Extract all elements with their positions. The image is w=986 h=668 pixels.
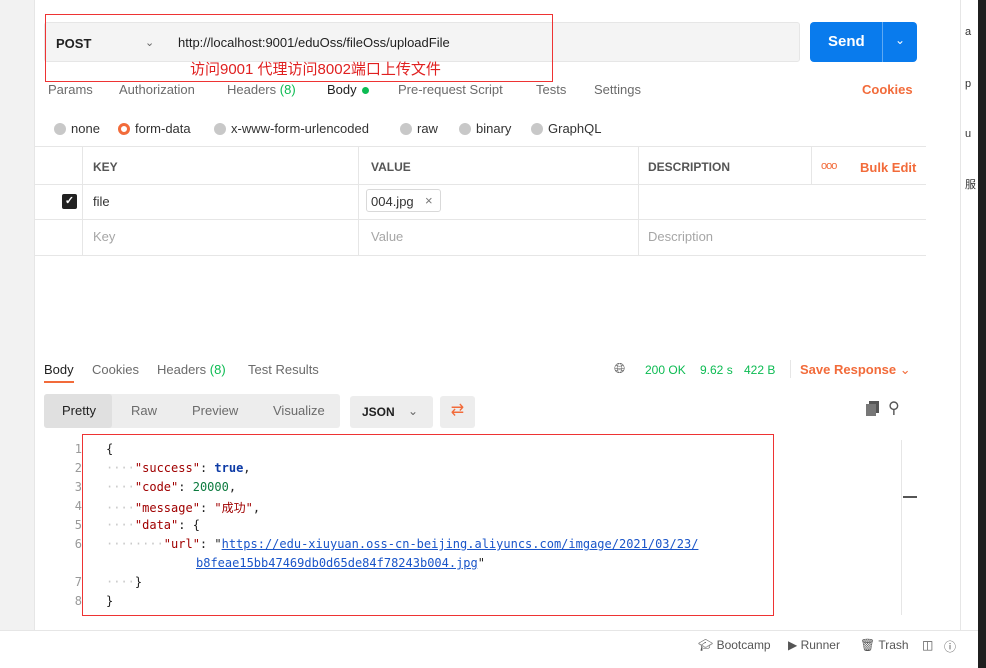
radio-raw[interactable]: raw — [400, 121, 438, 136]
send-label: Send — [828, 33, 865, 50]
chevron-down-icon[interactable]: ⌄ — [895, 33, 905, 47]
help-icon[interactable]: ⓘ — [944, 638, 956, 655]
column-header-key: KEY — [93, 160, 118, 174]
runner-icon: ▶ — [788, 638, 798, 652]
right-pane-glyph: 服 — [965, 179, 976, 191]
response-tab-cookies[interactable]: Cookies — [92, 362, 139, 377]
radio-form-data[interactable]: form-data — [118, 121, 191, 136]
file-chip[interactable]: 004.jpg × — [366, 189, 441, 212]
view-preview[interactable]: Preview — [192, 403, 238, 418]
radio-binary[interactable]: binary — [459, 121, 511, 136]
response-time: 9.62 s — [700, 363, 733, 377]
response-tab-headers[interactable]: Headers (8) — [157, 362, 226, 377]
tab-params[interactable]: Params — [48, 82, 93, 97]
radio-none[interactable]: none — [54, 121, 100, 136]
params-table — [35, 146, 926, 256]
right-pane-glyph: a — [965, 26, 972, 38]
save-response-button[interactable]: Save Response ⌄ — [800, 362, 911, 378]
line-number: 7 — [74, 575, 82, 589]
bulk-edit-link[interactable]: Bulk Edit — [860, 160, 916, 175]
runner-button[interactable]: ▶ Runner — [788, 638, 840, 652]
bootcamp-icon: 🎓︎ — [698, 638, 714, 652]
line-number: 8 — [74, 594, 82, 608]
line-number: 5 — [74, 518, 82, 532]
globe-icon[interactable]: 🌐︎ — [614, 360, 625, 377]
scrollbar[interactable] — [901, 440, 917, 615]
wrap-lines-icon[interactable]: ⇄ — [440, 396, 475, 428]
line-number: 2 — [74, 461, 82, 475]
line-number: 3 — [74, 480, 82, 494]
column-header-value: VALUE — [371, 160, 411, 174]
tab-headers[interactable]: Headers (8) — [227, 82, 296, 97]
highlight-box — [45, 14, 553, 82]
more-options-icon[interactable]: ooo — [821, 160, 837, 172]
bootcamp-button[interactable]: 🎓︎ Bootcamp — [698, 638, 771, 652]
trash-button[interactable]: 🗑︎ Trash — [860, 638, 909, 652]
tab-tests[interactable]: Tests — [536, 82, 566, 97]
right-side-pane: a p u 服 — [960, 0, 978, 630]
line-number: 4 — [74, 499, 82, 513]
status-code: 200 OK — [645, 363, 686, 377]
view-raw[interactable]: Raw — [131, 403, 157, 418]
view-pretty[interactable]: Pretty — [62, 403, 96, 418]
param-key-cell[interactable]: file — [93, 194, 110, 209]
highlight-box — [82, 434, 774, 616]
scrollbar-thumb[interactable] — [903, 496, 917, 498]
send-button[interactable]: Send ⌄ — [810, 22, 917, 62]
tab-body[interactable]: Body — [327, 82, 369, 97]
new-value-input[interactable]: Value — [371, 229, 403, 244]
tab-pre-request-script[interactable]: Pre-request Script — [398, 82, 503, 97]
format-select[interactable]: JSON ⌄ — [350, 396, 433, 428]
column-header-description: DESCRIPTION — [648, 160, 731, 174]
close-icon[interactable]: × — [425, 193, 433, 208]
line-number: 1 — [74, 442, 82, 456]
right-pane-glyph: p — [965, 78, 972, 90]
tab-authorization[interactable]: Authorization — [119, 82, 195, 97]
two-pane-icon[interactable]: ◫ — [922, 638, 933, 652]
new-description-input[interactable]: Description — [648, 229, 713, 244]
search-icon[interactable]: ⚲ — [888, 398, 900, 418]
response-tab-body[interactable]: Body — [44, 362, 74, 377]
radio-graphql[interactable]: GraphQL — [531, 121, 601, 136]
response-size: 422 B — [744, 363, 776, 377]
row-checkbox[interactable]: ✓ — [62, 194, 77, 209]
cookies-link[interactable]: Cookies — [862, 82, 913, 97]
window-edge — [978, 0, 986, 668]
right-pane-glyph: u — [965, 128, 972, 140]
active-dot-icon — [361, 87, 369, 95]
view-visualize[interactable]: Visualize — [273, 403, 325, 418]
copy-icon[interactable] — [866, 401, 879, 416]
tab-settings[interactable]: Settings — [594, 82, 641, 97]
line-number: 6 — [74, 537, 82, 551]
new-key-input[interactable]: Key — [93, 229, 115, 244]
active-tab-indicator — [44, 381, 74, 383]
file-name: 004.jpg — [371, 194, 414, 209]
trash-icon: 🗑︎ — [860, 638, 876, 652]
response-tab-test-results[interactable]: Test Results — [248, 362, 319, 377]
left-sidebar-strip — [0, 0, 35, 630]
radio-x-www-form-urlencoded[interactable]: x-www-form-urlencoded — [214, 121, 369, 136]
